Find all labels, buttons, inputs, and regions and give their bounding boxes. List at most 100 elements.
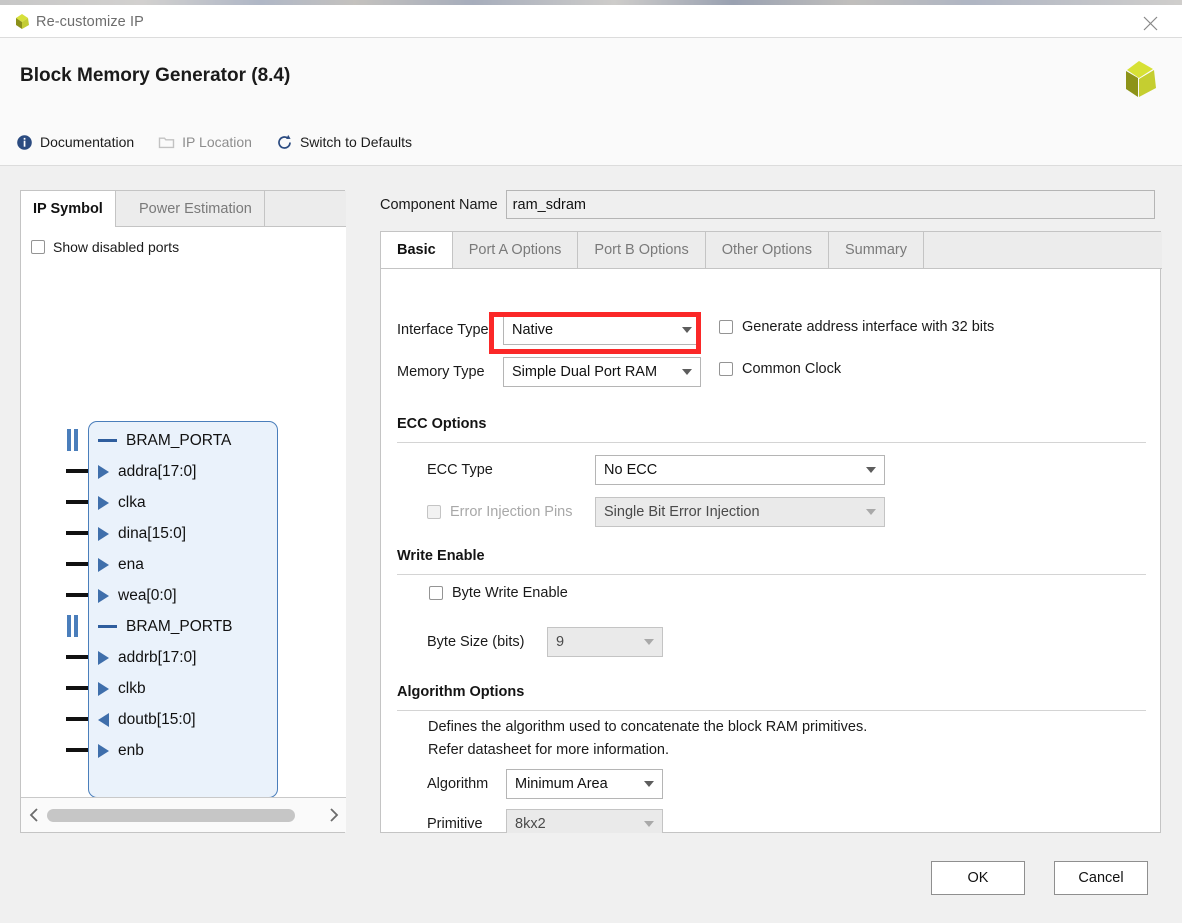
configuration-panel: Component Name Basic Port A Options Port… — [380, 190, 1162, 839]
byte-write-enable-row[interactable]: Byte Write Enable — [429, 585, 568, 601]
dialog-footer: OK Cancel — [0, 833, 1182, 923]
left-panel-tabbar: IP Symbol Power Estimation — [21, 191, 346, 227]
header-toolbar: Documentation IP Location Switch to Defa… — [14, 130, 414, 154]
port-label: addra[17:0] — [118, 462, 197, 480]
switch-to-defaults-button[interactable]: Switch to Defaults — [274, 133, 414, 152]
tab-basic[interactable]: Basic — [381, 232, 453, 268]
error-injection-pins-label: Error Injection Pins — [450, 504, 573, 520]
port-label: ena — [118, 555, 144, 573]
algorithm-label: Algorithm — [427, 776, 489, 792]
byte-write-enable-checkbox[interactable] — [429, 586, 443, 600]
scrollbar-track[interactable] — [47, 799, 320, 832]
tab-port-a-options[interactable]: Port A Options — [453, 232, 579, 268]
symbol-port-enb: enb — [98, 735, 144, 766]
tab-power-estimation[interactable]: Power Estimation — [127, 191, 265, 227]
symbol-port-clka: clka — [98, 487, 146, 518]
generate-address-interface-row[interactable]: Generate address interface with 32 bits — [719, 319, 994, 335]
title-bar: Re-customize IP — [0, 5, 1182, 38]
tab-ip-symbol[interactable]: IP Symbol — [21, 191, 116, 227]
port-pin-stub — [66, 593, 88, 597]
tab-other-options-label: Other Options — [721, 242, 812, 258]
algorithm-value: Minimum Area — [515, 776, 608, 792]
symbol-port-bram_portb: BRAM_PORTB — [98, 611, 233, 642]
byte-size-row: Byte Size (bits) 9 — [427, 627, 663, 657]
write-enable-heading: Write Enable — [397, 548, 485, 564]
byte-write-enable-label: Byte Write Enable — [452, 585, 568, 601]
tabbar-filler — [924, 232, 1162, 268]
interface-type-select[interactable]: Native — [503, 315, 701, 345]
memory-type-label: Memory Type — [397, 364, 485, 380]
chevron-down-icon — [644, 639, 654, 645]
common-clock-label: Common Clock — [742, 361, 842, 377]
port-label: clka — [118, 493, 146, 511]
interface-type-label: Interface Type — [397, 322, 489, 338]
switch-to-defaults-label: Switch to Defaults — [299, 134, 413, 150]
input-arrow-icon — [98, 588, 109, 603]
chevron-down-icon — [682, 327, 692, 333]
output-arrow-icon — [98, 712, 109, 727]
byte-write-enable-checkbox-group[interactable]: Byte Write Enable — [429, 585, 568, 601]
memory-type-select[interactable]: Simple Dual Port RAM — [503, 357, 701, 387]
generate-address-interface-checkbox[interactable] — [719, 320, 733, 334]
documentation-button[interactable]: Documentation — [14, 133, 136, 152]
error-injection-pins-checkbox-group: Error Injection Pins — [427, 504, 595, 520]
ecc-type-value: No ECC — [604, 462, 658, 478]
port-label: wea[0:0] — [118, 586, 177, 604]
generate-address-interface-checkbox-group[interactable]: Generate address interface with 32 bits — [719, 319, 994, 335]
input-arrow-icon — [98, 464, 109, 479]
port-label: doutb[15:0] — [118, 710, 196, 728]
bus-connector-marker — [67, 615, 79, 637]
basic-tab-content: Interface Type Native Generate address i… — [381, 269, 1162, 839]
scroll-right-arrow-icon[interactable] — [320, 799, 346, 832]
tab-basic-label: Basic — [397, 242, 436, 258]
ok-button[interactable]: OK — [931, 861, 1025, 895]
input-arrow-icon — [98, 495, 109, 510]
dialog-header: Block Memory Generator (8.4) Documentati… — [0, 38, 1182, 166]
symbol-port-wea00: wea[0:0] — [98, 580, 177, 611]
common-clock-row[interactable]: Common Clock — [719, 361, 841, 377]
algorithm-help-line-2: Refer datasheet for more information. — [428, 742, 669, 758]
byte-size-value: 9 — [556, 634, 565, 650]
documentation-label: Documentation — [40, 134, 135, 150]
port-label: addrb[17:0] — [118, 648, 197, 666]
error-injection-pins-row: Error Injection Pins Single Bit Error In… — [427, 497, 885, 527]
ip-symbol-panel: IP Symbol Power Estimation Show disabled… — [20, 190, 346, 833]
port-label: BRAM_PORTB — [126, 617, 233, 635]
bus-group-dash-icon — [98, 624, 117, 629]
ecc-type-select[interactable]: No ECC — [595, 455, 885, 485]
common-clock-checkbox-group[interactable]: Common Clock — [719, 361, 841, 377]
common-clock-checkbox[interactable] — [719, 362, 733, 376]
interface-type-row: Interface Type Native — [397, 315, 701, 345]
input-arrow-icon — [98, 526, 109, 541]
error-injection-pins-checkbox — [427, 505, 441, 519]
vivado-logo-small-icon — [12, 12, 32, 32]
error-injection-type-value: Single Bit Error Injection — [604, 504, 760, 520]
scroll-left-arrow-icon[interactable] — [21, 799, 47, 832]
port-label: enb — [118, 741, 144, 759]
port-pin-stub — [66, 531, 88, 535]
port-label: clkb — [118, 679, 146, 697]
tab-power-estimation-label: Power Estimation — [139, 201, 252, 217]
tab-summary[interactable]: Summary — [829, 232, 925, 268]
ip-location-button[interactable]: IP Location — [156, 133, 254, 152]
algorithm-options-divider — [397, 710, 1146, 711]
page-title: Block Memory Generator (8.4) — [20, 65, 291, 86]
options-card: Basic Port A Options Port B Options Othe… — [380, 231, 1162, 839]
chevron-down-icon — [682, 369, 692, 375]
component-name-input[interactable] — [505, 190, 1155, 219]
chevron-down-icon — [644, 821, 654, 827]
horizontal-scrollbar[interactable] — [21, 797, 346, 832]
chevron-down-icon — [866, 509, 876, 515]
cancel-button[interactable]: Cancel — [1054, 861, 1148, 895]
tab-other-options[interactable]: Other Options — [706, 232, 829, 268]
block-symbol-diagram: BRAM_PORTA addra[17:0] clka dina[15:0] ena we… — [21, 227, 346, 798]
close-window-button[interactable] — [1128, 5, 1172, 38]
tab-port-b-options[interactable]: Port B Options — [578, 232, 706, 268]
input-arrow-icon — [98, 743, 109, 758]
input-arrow-icon — [98, 681, 109, 696]
tab-ip-symbol-label: IP Symbol — [33, 201, 103, 217]
algorithm-select[interactable]: Minimum Area — [506, 769, 663, 799]
scrollbar-thumb[interactable] — [47, 808, 296, 822]
tab-port-a-options-label: Port A Options — [468, 242, 562, 258]
error-injection-type-select: Single Bit Error Injection — [595, 497, 885, 527]
